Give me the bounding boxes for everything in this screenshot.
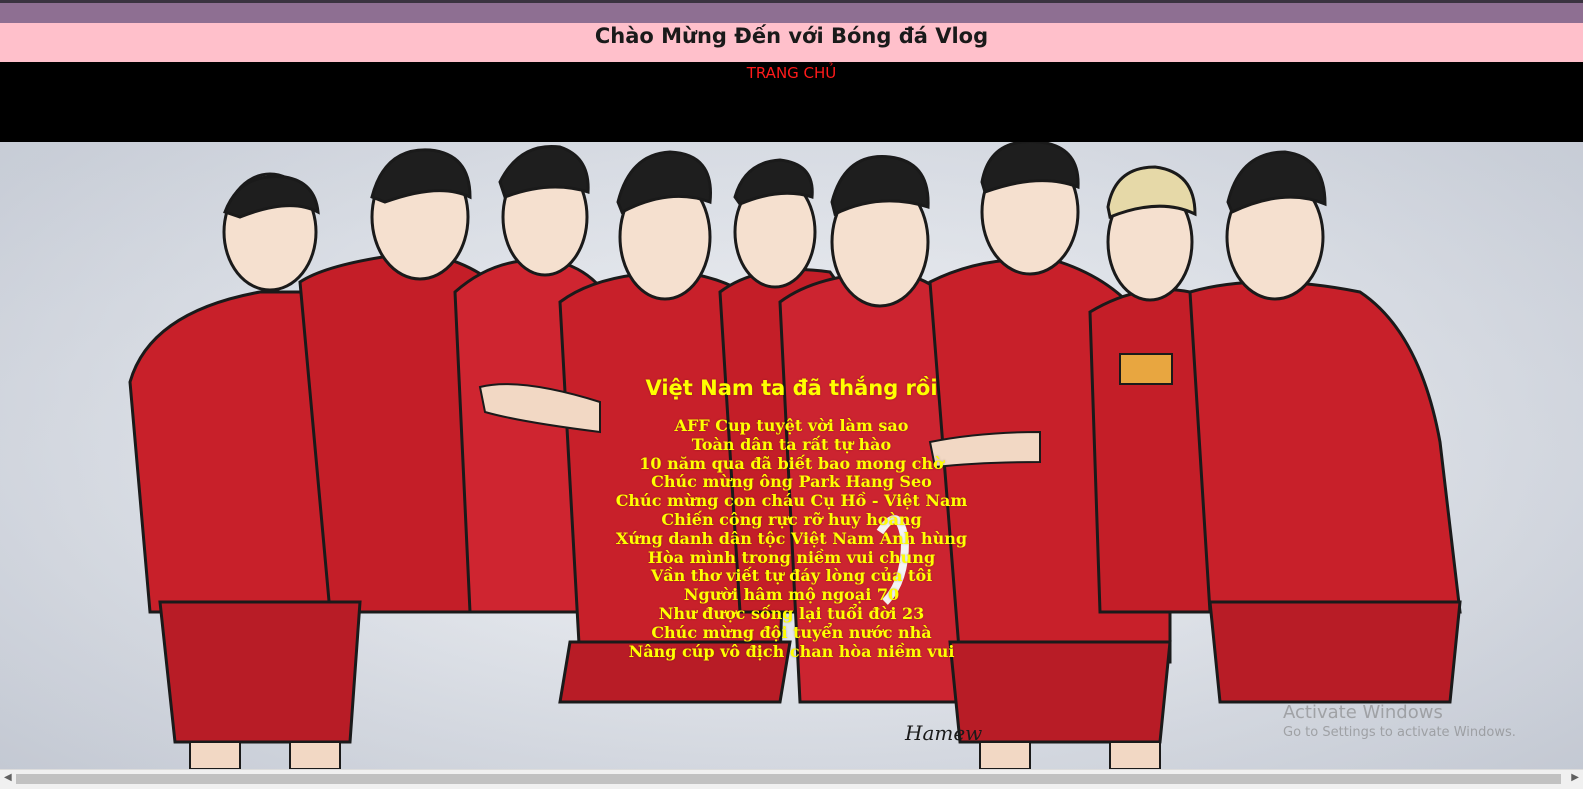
scroll-right-icon[interactable]: ▶	[1571, 772, 1579, 783]
main-nav: TRANG CHỦ	[0, 62, 1583, 142]
page-header: Chào Mừng Đến với Bóng đá Vlog	[0, 23, 1583, 62]
artist-signature: Hamew	[904, 721, 982, 745]
watermark-subtitle: Go to Settings to activate Windows.	[1283, 725, 1516, 740]
poem-line: Chúc mừng con cháu Cụ Hồ - Việt Nam	[615, 491, 968, 511]
watermark-title: Activate Windows	[1283, 702, 1443, 723]
top-color-strip	[0, 3, 1583, 23]
poem-block: Việt Nam ta đã thắng rồi AFF Cup tuyệt v…	[0, 375, 1583, 661]
activate-windows-watermark: Activate Windows Go to Settings to activ…	[1283, 702, 1516, 742]
poem-line: Người hâm mộ ngoại 70	[683, 585, 900, 605]
poem-line: Xứng danh dân tộc Việt Nam Anh hùng	[615, 528, 968, 548]
scroll-left-icon[interactable]: ◀	[4, 772, 12, 783]
hero-banner: Hamew Việt Nam ta đã thắng rồi AFF Cup t…	[0, 142, 1583, 769]
horizontal-scrollbar[interactable]: ◀ ▶	[0, 769, 1583, 789]
poem-line: Vần thơ viết tự đáy lòng của tôi	[650, 566, 933, 586]
scrollbar-thumb[interactable]	[16, 774, 1561, 784]
nav-link-home[interactable]: TRANG CHỦ	[747, 63, 837, 83]
poem-line: Hòa mình trong niềm vui chung	[647, 547, 936, 567]
poem-line: Chúc mừng ông Park Hang Seo	[651, 472, 932, 492]
poem-line: Nâng cúp vô địch chan hòa niềm vui	[628, 641, 955, 661]
poem-title: Việt Nam ta đã thắng rồi	[645, 376, 938, 400]
page-title: Chào Mừng Đến với Bóng đá Vlog	[594, 24, 989, 48]
poem-line: Chiến công rực rỡ huy hoàng	[661, 509, 922, 529]
poem-line: Chúc mừng đội tuyển nước nhà	[651, 622, 932, 642]
poem-line: Như được sống lại tuổi đời 23	[658, 603, 925, 623]
poem-line: AFF Cup tuyệt vời làm sao	[674, 416, 909, 435]
poem-line: 10 năm qua đã biết bao mong chờ	[639, 453, 944, 473]
poem-line: Toàn dân ta rất tự hào	[691, 434, 892, 454]
